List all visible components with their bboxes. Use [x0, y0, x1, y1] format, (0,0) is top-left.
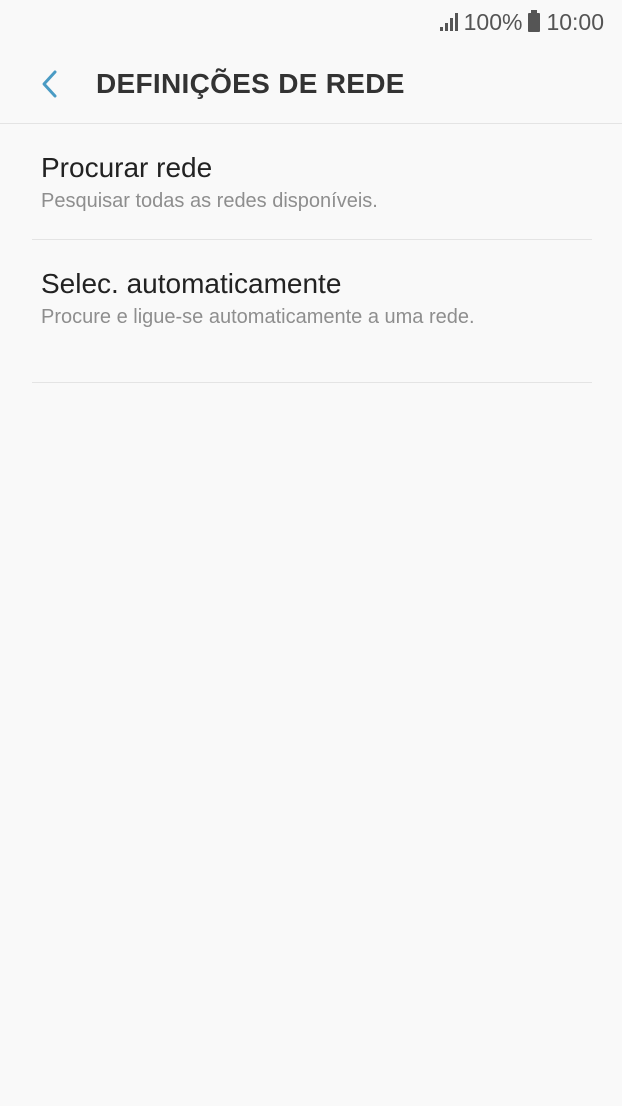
clock: 10:00 — [546, 8, 604, 35]
settings-list: Procurar rede Pesquisar todas as redes d… — [32, 124, 592, 383]
list-item-select-automatically[interactable]: Selec. automaticamente Procure e ligue-s… — [32, 240, 592, 383]
battery-percentage: 100% — [463, 8, 523, 35]
battery-icon — [528, 9, 541, 32]
signal-icon — [439, 13, 458, 31]
chevron-left-icon — [42, 70, 57, 97]
item-title: Procurar rede — [41, 152, 213, 183]
back-button[interactable] — [28, 62, 72, 106]
item-title: Selec. automaticamente — [41, 268, 342, 299]
item-subtitle: Procure e ligue-se automaticamente a uma… — [41, 306, 475, 328]
page-title: DEFINIÇÕES DE REDE — [96, 67, 405, 99]
item-subtitle: Pesquisar todas as redes disponíveis. — [41, 190, 378, 212]
list-item-search-network[interactable]: Procurar rede Pesquisar todas as redes d… — [32, 124, 592, 240]
status-bar: 100% 10:00 — [0, 0, 622, 44]
app-bar: DEFINIÇÕES DE REDE — [0, 44, 622, 124]
